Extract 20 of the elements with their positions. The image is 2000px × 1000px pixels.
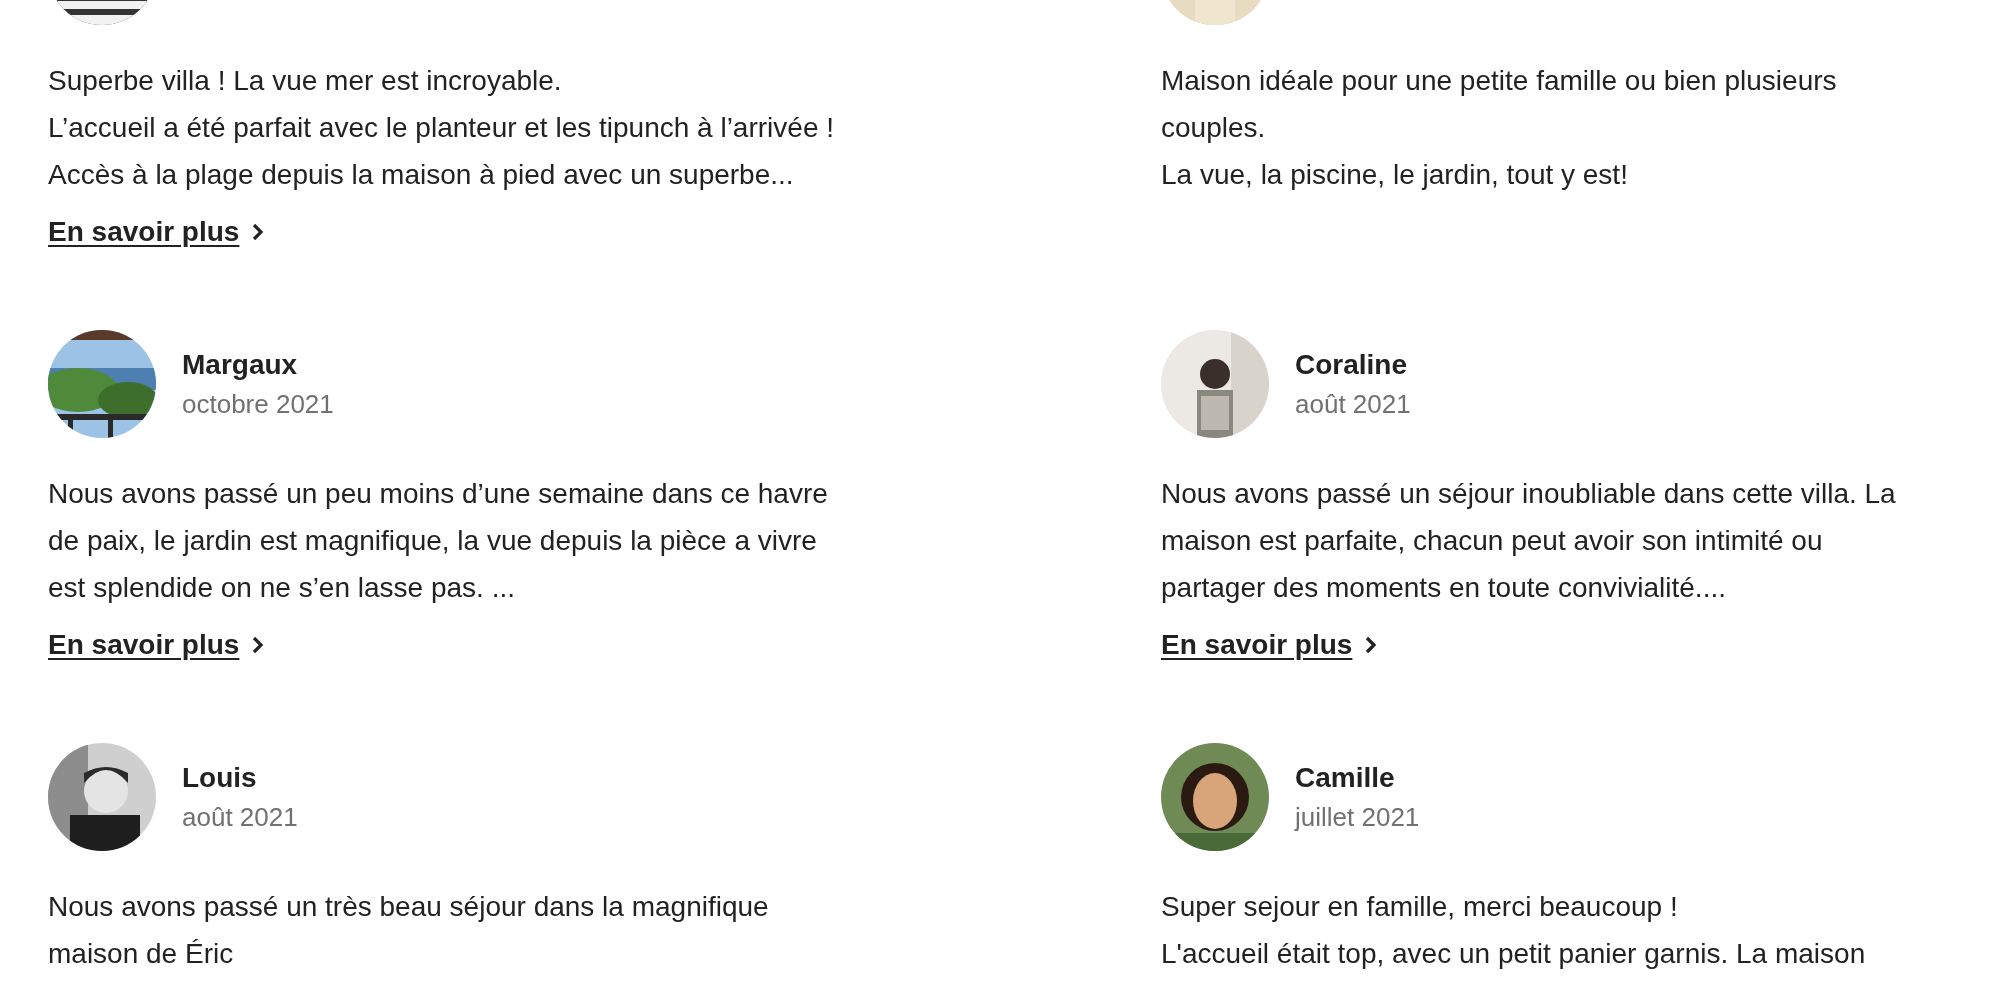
read-more-link[interactable]: En savoir plus <box>48 208 266 255</box>
reviewer-name: Louis <box>182 761 258 795</box>
review-text: Superbe villa ! La vue mer est incroyable. L’accueil a été parfait avec le planteur et les tipunch à l’arrivée ! Accès à la plage depuis la maison à pied avec un superbe... <box>48 64 835 192</box>
reviewer-name: Margaux <box>182 348 299 382</box>
read-more-link[interactable]: En savoir plus <box>1161 621 1379 668</box>
read-more-link[interactable]: En savoir plus <box>48 621 266 668</box>
review-text: Nous avons passé un séjour inoubliable dans cette villa. La maison est parfaite, chacun peut avoir son intimité ou partager des moments en toute convivialité.... <box>1161 477 1897 605</box>
review-date: août 2021 <box>182 801 298 833</box>
review-date: août 2021 <box>1295 388 1411 420</box>
chevron-right-icon <box>251 634 266 655</box>
review-date: octobre 2021 <box>182 388 334 420</box>
review-text: Nous avons passé un très beau séjour dans la magnifique maison de Éric <box>48 890 770 971</box>
review-text: Maison idéale pour une petite famille ou bien plusieurs couples. La vue, la piscine, le jardin, tout y est! <box>1161 64 1838 192</box>
chevron-right-icon <box>1364 634 1379 655</box>
chevron-right-icon <box>251 221 266 242</box>
review-text: Nous avons passé un peu moins d’une semaine dans ce havre de paix, le jardin est magnifique, la vue depuis la pièce a vivre est splendide on ne s’en lasse pas. ... <box>48 477 829 605</box>
reviewer-name: Camille <box>1295 761 1396 795</box>
review-date: juillet 2021 <box>1295 801 1420 833</box>
reviewer-name: Coraline <box>1295 348 1409 382</box>
review-text: Super sejour en famille, merci beaucoup ! L'accueil était top, avec un petit panier garnis. La maison <box>1161 890 1867 971</box>
